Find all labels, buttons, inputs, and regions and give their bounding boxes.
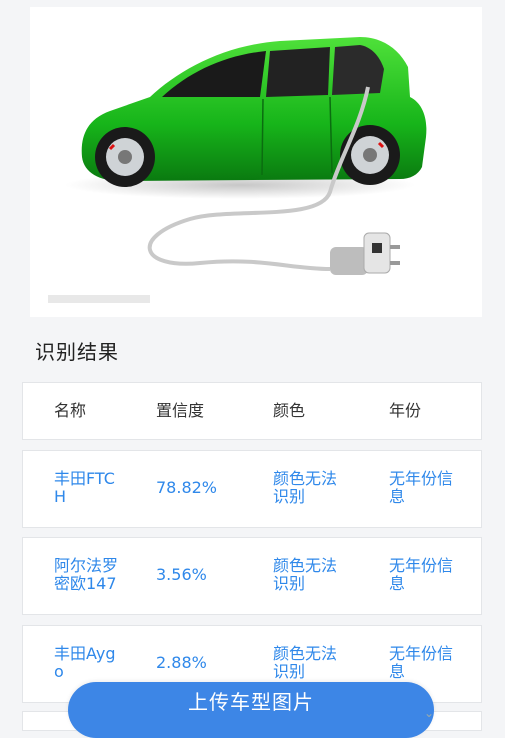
result-confidence: 3.56%: [156, 565, 207, 584]
result-color: 颜色无法识别: [273, 556, 338, 593]
result-confidence: 2.88%: [156, 653, 207, 672]
header-color: 颜色: [273, 401, 306, 420]
result-name: 丰田FTCH: [54, 469, 115, 506]
header-year: 年份: [389, 401, 422, 420]
result-name: 丰田Aygo: [54, 644, 116, 681]
scroll-indicator-icon: ⌄: [424, 706, 435, 720]
electric-car-icon: [48, 37, 427, 303]
header-name: 名称: [54, 401, 87, 420]
result-name: 阿尔法罗密欧147: [54, 556, 119, 593]
result-confidence: 78.82%: [156, 478, 218, 497]
results-title: 识别结果: [35, 340, 119, 364]
result-year: 无年份信息: [389, 644, 454, 681]
result-year: 无年份信息: [389, 556, 454, 593]
result-color: 颜色无法识别: [273, 469, 338, 506]
results-header-row: 名称 置信度 颜色 年份: [22, 382, 482, 440]
result-row[interactable]: 丰田FTCH 78.82% 颜色无法识别 无年份信息: [22, 450, 482, 528]
result-color: 颜色无法识别: [273, 644, 338, 681]
result-year: 无年份信息: [389, 469, 454, 506]
car-image[interactable]: [30, 7, 482, 317]
upload-car-image-button[interactable]: 上传车型图片: [68, 682, 434, 738]
result-row[interactable]: 阿尔法罗密欧147 3.56% 颜色无法识别 无年份信息: [22, 537, 482, 615]
header-confidence: 置信度: [156, 401, 205, 420]
